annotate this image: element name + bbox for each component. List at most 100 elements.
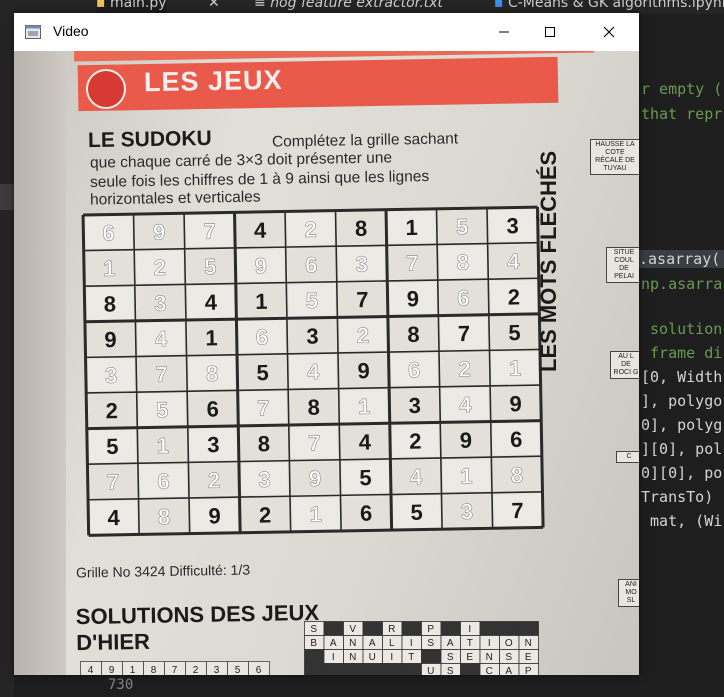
tab-main-py[interactable]: ▪ main.py xyxy=(96,0,167,14)
code-line: ][0], pol xyxy=(641,440,723,458)
solved-digit: 4 xyxy=(155,326,168,351)
printed-digit: 9 xyxy=(459,428,472,453)
printed-digit: 4 xyxy=(107,505,120,530)
printed-digit: 1 xyxy=(255,289,268,314)
crossword-solution-grid: S V R P IB A N A L I S A T I O NI N U I T S E N S EU S C A P xyxy=(304,621,539,675)
crossword-letter: N xyxy=(525,638,532,649)
maximize-button[interactable] xyxy=(527,13,573,51)
printed-digit: 6 xyxy=(360,501,373,526)
side-clue: C xyxy=(616,451,639,463)
printed-digit: 9 xyxy=(357,358,370,383)
solved-digit: 5 xyxy=(204,254,217,279)
minimize-button[interactable] xyxy=(481,13,527,51)
printed-digit: 6 xyxy=(206,396,219,421)
solution-number: 1 xyxy=(130,665,136,675)
crossword-cell xyxy=(401,663,422,675)
crossword-letter: S xyxy=(447,666,454,675)
printed-digit: 2 xyxy=(507,284,520,309)
code-line: .asarray( xyxy=(639,250,724,268)
crossword-letter: A xyxy=(447,638,454,649)
side-clue: AU L DE ROCI G xyxy=(610,351,639,379)
printed-digit: 1 xyxy=(205,325,218,350)
solution-number: 2 xyxy=(193,665,199,675)
crossword-letter: A xyxy=(505,666,512,675)
crossword-cell xyxy=(323,621,344,636)
printed-digit: 7 xyxy=(511,498,524,523)
solutions-title-line: SOLUTIONS DES JEUX xyxy=(75,599,320,630)
crossword-cell xyxy=(362,621,383,636)
printed-digit: 9 xyxy=(509,391,522,416)
solved-digit: 7 xyxy=(155,362,168,387)
crossword-letter: I xyxy=(410,638,413,649)
printed-digit: 5 xyxy=(359,465,372,490)
code-line: that repr xyxy=(641,105,723,123)
activity-bar xyxy=(0,14,14,697)
code-line: np.asarra xyxy=(641,275,723,293)
solution-number: 3 xyxy=(214,665,220,675)
solved-digit: 8 xyxy=(158,504,171,529)
minimize-icon xyxy=(499,31,509,33)
printed-digit: 3 xyxy=(408,393,421,418)
printed-digit: 3 xyxy=(506,213,519,238)
solved-digit: 4 xyxy=(459,392,472,417)
close-button[interactable] xyxy=(586,13,632,51)
crossword-letter: T xyxy=(408,652,414,663)
crossword-letter: B xyxy=(310,638,317,649)
solved-digit: 6 xyxy=(256,324,269,349)
solved-digit: 5 xyxy=(456,214,469,239)
python-file-icon: ▪ xyxy=(96,0,110,11)
notebook-file-icon: ▪ xyxy=(494,0,508,11)
solved-digit: 1 xyxy=(460,463,473,488)
solved-digit: 3 xyxy=(105,363,118,388)
code-line: mat, (Wi xyxy=(641,512,723,530)
solved-digit: 9 xyxy=(309,466,322,491)
printed-digit: 2 xyxy=(259,502,272,527)
crossword-cell xyxy=(518,621,539,636)
code-line: r empty ( xyxy=(641,80,723,98)
printed-digit: 8 xyxy=(355,216,368,241)
editor-tab-bar: ▪ main.py ✕ ≡ hog feature extractor.txt … xyxy=(0,0,724,14)
printed-digit: 5 xyxy=(410,500,423,525)
crossword-cell xyxy=(499,621,520,636)
crossword-letter: I xyxy=(332,652,335,663)
crossword-letter: U xyxy=(427,666,434,675)
tab-hog-feature-extractor[interactable]: ≡ hog feature extractor.txt xyxy=(254,0,443,14)
solved-digit: 6 xyxy=(408,357,421,382)
crossword-cell xyxy=(401,621,422,636)
solved-digit: 1 xyxy=(157,433,170,458)
code-line: [0, Width xyxy=(641,368,723,386)
code-line: 0][0], po xyxy=(641,464,723,482)
crossword-letter: E xyxy=(525,652,532,663)
crossword-letter: P xyxy=(525,666,532,675)
printed-digit: 9 xyxy=(406,286,419,311)
solved-digit: 4 xyxy=(410,464,423,489)
solved-digit: 1 xyxy=(103,256,116,281)
title-bar[interactable]: Video xyxy=(14,13,639,51)
maximize-icon xyxy=(545,27,555,37)
tab-cmeans-notebook[interactable]: ▪ C-Means & GK algorithms.ipynb xyxy=(494,0,724,14)
printed-digit: 4 xyxy=(205,290,218,315)
side-clue: SITUE COUL DE PELAI xyxy=(606,247,639,283)
crossword-letter: E xyxy=(466,652,473,663)
solved-digit: 3 xyxy=(154,291,167,316)
crossword-letter: N xyxy=(349,638,356,649)
grille-label: Grille No 3424 Difficulté: 1/3 xyxy=(75,561,251,581)
solutions-title: SOLUTIONS DES JEUX D'HIER xyxy=(76,600,320,656)
window-title: Video xyxy=(53,23,89,39)
crossword-cell xyxy=(382,663,403,675)
printed-digit: 4 xyxy=(254,218,267,243)
crossword-letter: N xyxy=(349,652,356,663)
solution-number: 4 xyxy=(88,665,94,675)
solved-digit: 8 xyxy=(456,250,469,275)
crossword-letter: S xyxy=(447,652,454,663)
printed-digit: 3 xyxy=(207,432,220,457)
line-number: 730 xyxy=(108,677,134,693)
solution-number: 7 xyxy=(172,665,178,675)
code-line: 0], polyg xyxy=(641,416,723,434)
solved-digit: 1 xyxy=(509,356,522,381)
video-window: Video LES JEUX LE SUDOKU Complétez la gr… xyxy=(14,13,639,675)
close-icon[interactable]: ✕ xyxy=(208,0,220,11)
printed-digit: 5 xyxy=(256,360,269,385)
crossword-cell xyxy=(323,663,344,675)
solution-number: 6 xyxy=(256,665,262,675)
